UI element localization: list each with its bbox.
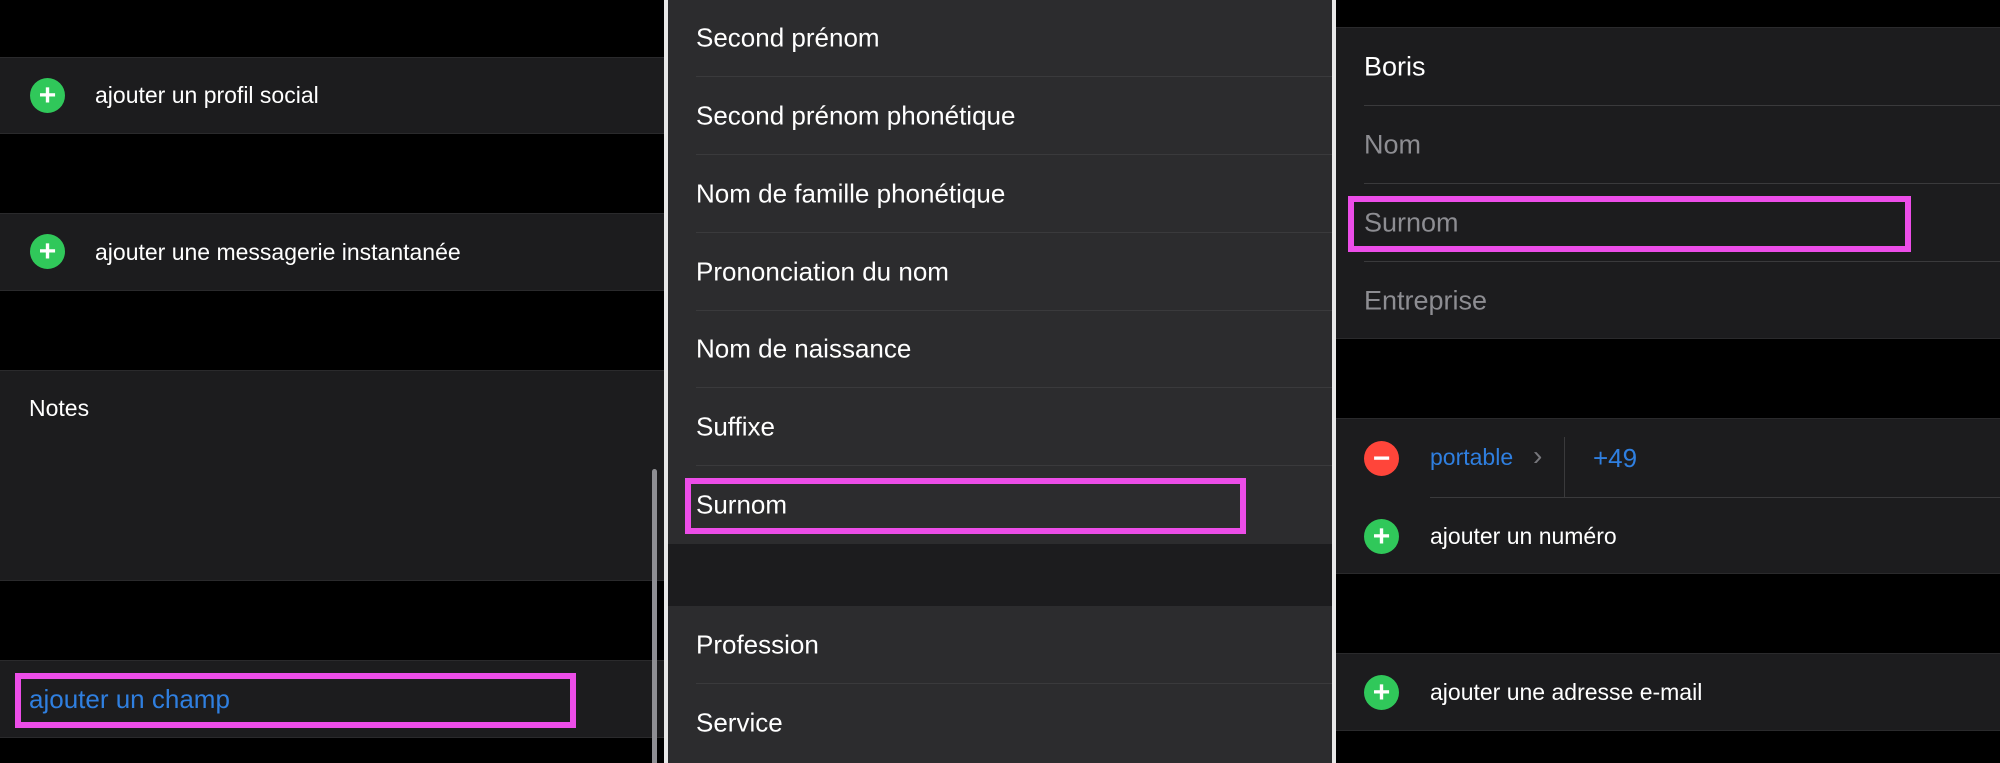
add-instant-message-row[interactable]: + ajouter une messagerie instantanée [0,213,664,291]
add-email-label: ajouter une adresse e-mail [1430,679,1703,705]
last-name-placeholder: Nom [1364,129,1422,160]
field-option-label: Service [696,707,783,738]
field-option[interactable]: Suffixe [668,388,1332,466]
highlight-box [685,478,1246,534]
field-option-label: Suffixe [696,411,776,442]
field-option[interactable]: Profession [668,606,1332,684]
last-name-field[interactable]: Nom [1336,106,2000,184]
field-option-label: Profession [696,629,819,660]
remove-phone-icon[interactable]: − [1364,441,1399,476]
add-icon[interactable]: + [30,78,65,113]
field-option[interactable]: Nom de naissance [668,310,1332,388]
highlight-box [15,673,576,728]
field-option[interactable]: Second prénom [668,0,1332,77]
field-option-label: Second prénom [696,22,880,53]
company-field[interactable]: Entreprise [1336,262,2000,340]
field-option[interactable]: Nom de famille phonétique [668,155,1332,233]
company-placeholder: Entreprise [1364,285,1488,316]
field-picker-panel: Second prénom Second prénom phonétique N… [668,0,1332,763]
scrollbar[interactable] [652,469,657,763]
field-option[interactable]: Prononciation du nom [668,233,1332,311]
row-separator [1430,497,2000,498]
name-group: Boris Nom Surnom Entreprise [1336,27,2000,339]
email-group[interactable]: + ajouter une adresse e-mail [1336,653,2000,731]
add-icon[interactable]: + [1364,675,1399,710]
phone-label-selector[interactable]: portable [1430,444,1513,471]
phone-group: − portable › +49 + ajouter un numéro [1336,418,2000,574]
contact-edit-panel: Boris Nom Surnom Entreprise − portable ›… [1336,0,2000,763]
field-option[interactable]: Second prénom phonétique [668,77,1332,155]
add-icon[interactable]: + [1364,519,1399,554]
field-option-label: Prononciation du nom [696,256,949,287]
field-option[interactable]: Service [668,684,1332,762]
field-option-label: Nom de naissance [696,333,912,364]
chevron-right-icon: › [1533,440,1543,471]
add-number-label[interactable]: ajouter un numéro [1430,523,1617,550]
first-name-value: Boris [1364,51,1426,82]
add-social-profile-label: ajouter un profil social [95,82,319,108]
notes-label: Notes [29,395,90,421]
phone-separator [1564,437,1565,497]
phone-number-input[interactable]: +49 [1593,443,1637,474]
add-icon[interactable]: + [30,234,65,269]
add-instant-message-label: ajouter une messagerie instantanée [95,239,461,265]
add-social-profile-row[interactable]: + ajouter un profil social [0,57,664,134]
highlight-box [1348,196,1911,252]
field-option-label: Nom de famille phonétique [696,178,1006,209]
notes-field[interactable]: Notes [0,370,664,581]
left-panel: + ajouter un profil social + ajouter une… [0,0,664,763]
first-name-field[interactable]: Boris [1336,28,2000,106]
field-option-label: Second prénom phonétique [696,100,1016,131]
section-gap [668,544,1332,606]
